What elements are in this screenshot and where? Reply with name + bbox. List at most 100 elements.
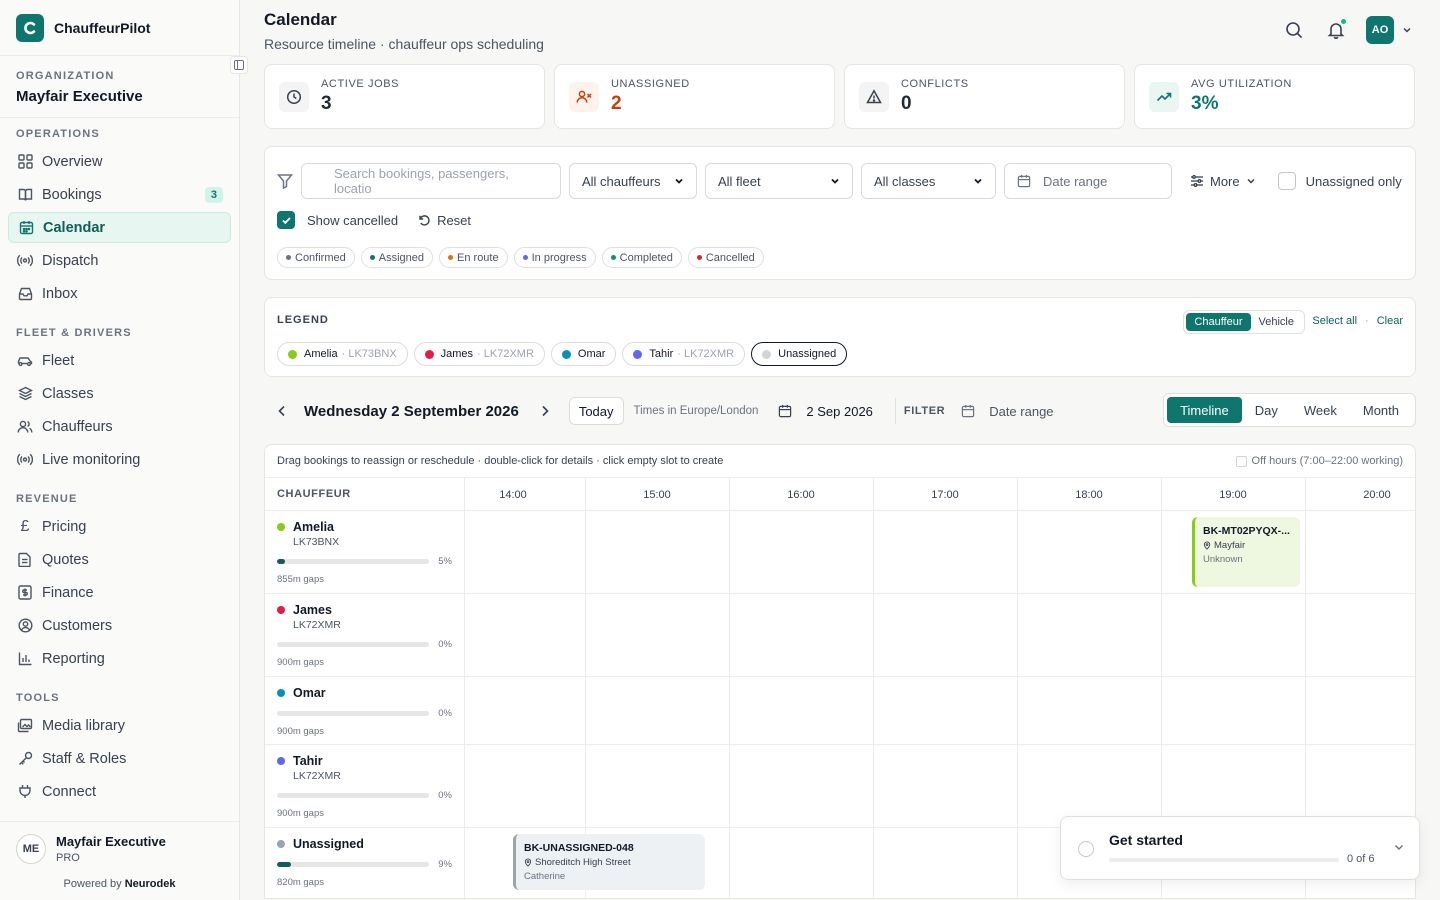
sidebar-item-customers[interactable]: Customers (8, 610, 231, 641)
legend-item-james[interactable]: James · LK72XMR (413, 342, 545, 366)
sliders-icon (1190, 174, 1204, 188)
legend-item-tahir[interactable]: Tahir · LK72XMR (622, 342, 746, 366)
sidebar-item-overview[interactable]: Overview (8, 146, 231, 177)
booking-card[interactable]: BK-UNASSIGNED-048 Shoreditch High Street… (513, 834, 705, 890)
view-timeline[interactable]: Timeline (1167, 397, 1242, 423)
sidebar-item-classes[interactable]: Classes (8, 378, 231, 409)
reset-icon (418, 214, 431, 227)
sidebar-item-dispatch[interactable]: Dispatch (8, 245, 231, 276)
chauffeur-name[interactable]: Omar (293, 686, 326, 700)
account-switcher[interactable]: ME Mayfair Executive PRO (16, 834, 223, 864)
select-all-link[interactable]: Select all (1312, 315, 1357, 327)
utilization-percent: 0% (438, 708, 452, 719)
legend-item-omar[interactable]: Omar (550, 342, 617, 366)
date-picker[interactable]: 2 Sep 2026 (778, 404, 873, 419)
booking-passenger: Unknown (1203, 554, 1243, 565)
show-cancelled-checkbox[interactable] (277, 211, 295, 229)
status-chip-in-progress[interactable]: In progress (513, 247, 596, 268)
unassigned-only-toggle[interactable]: Unassigned only (1277, 172, 1402, 190)
sidebar-item-fleet[interactable]: Fleet (8, 345, 231, 376)
date-range-input[interactable]: Date range (1004, 163, 1172, 199)
sidebar-item-finance[interactable]: Finance (8, 577, 231, 608)
status-chip-completed[interactable]: Completed (601, 247, 682, 268)
reset-button[interactable]: Reset (418, 213, 471, 228)
chauffeur-name[interactable]: Tahir (293, 754, 323, 768)
sidebar-item-calendar[interactable]: Calendar (8, 212, 231, 243)
clear-link[interactable]: Clear (1377, 315, 1403, 327)
map-pin-icon (1203, 541, 1211, 550)
today-button[interactable]: Today (568, 397, 624, 425)
status-dot (448, 255, 454, 260)
class-select[interactable]: All classes (861, 163, 996, 199)
toolbar-date-range[interactable]: Date range (961, 403, 1054, 419)
stat-label: ACTIVE JOBS (321, 78, 400, 90)
search-input[interactable]: Search bookings, passengers, locatio (301, 163, 561, 199)
timeline-row-omar[interactable]: Omar 0% 900m gaps (265, 677, 1415, 745)
chauffeur-name[interactable]: James (293, 603, 332, 617)
car-icon (16, 352, 34, 370)
timeline-hint-text: Drag bookings to reassign or reschedule … (277, 455, 724, 467)
show-cancelled-toggle[interactable]: Show cancelled (277, 211, 398, 229)
chauffeur-name[interactable]: Amelia (293, 520, 334, 534)
legend-links: Select all · Clear (1312, 315, 1403, 327)
chauffeur-select[interactable]: All chauffeurs (569, 163, 697, 199)
timeline-hint: Drag bookings to reassign or reschedule … (265, 445, 1415, 478)
filter-row-secondary: Show cancelled Reset (277, 211, 471, 229)
organization-switcher[interactable]: ORGANIZATION Mayfair Executive (0, 56, 239, 118)
status-chip-assigned[interactable]: Assigned (360, 247, 434, 268)
sidebar-item-bookings[interactable]: Bookings 3 (8, 179, 231, 210)
user-menu[interactable]: AO (1366, 16, 1412, 44)
sidebar-item-reporting[interactable]: Reporting (8, 643, 231, 674)
view-month[interactable]: Month (1350, 397, 1412, 423)
sidebar-item-inbox[interactable]: Inbox (8, 278, 231, 309)
sidebar-item-staff-roles[interactable]: Staff & Roles (8, 743, 231, 774)
status-chips: Confirmed Assigned En route In progress … (277, 247, 764, 268)
off-hours-checkbox[interactable] (1235, 455, 1247, 467)
status-chip-cancelled[interactable]: Cancelled (687, 247, 764, 268)
status-chip-label: Confirmed (295, 251, 346, 264)
chevron-down-icon[interactable] (1393, 841, 1405, 853)
row-label: Amelia LK73BNX 5% 855m gaps (265, 511, 465, 593)
timeline-row-james[interactable]: James LK72XMR 0% 900m gaps (265, 594, 1415, 677)
more-filters-button[interactable]: More (1190, 174, 1256, 189)
reset-label: Reset (437, 212, 472, 228)
booking-card[interactable]: BK-MT02PYQX-... Mayfair Unknown (1192, 517, 1300, 587)
legend-item-amelia[interactable]: Amelia · LK73BNX (277, 342, 408, 366)
next-day-button[interactable] (533, 399, 557, 423)
hour-label: 20:00 (1363, 488, 1391, 501)
status-chip-en-route[interactable]: En route (439, 247, 508, 268)
date-range-placeholder: Date range (989, 403, 1054, 419)
sidebar-item-chauffeurs[interactable]: Chauffeurs (8, 411, 231, 442)
off-hours-toggle[interactable]: Off hours (7:00–22:00 working) (1235, 455, 1403, 467)
previous-day-button[interactable] (270, 399, 294, 423)
sidebar-item-live-monitoring[interactable]: Live monitoring (8, 444, 231, 475)
unassigned-only-checkbox[interactable] (1277, 172, 1296, 190)
powered-by-brand[interactable]: Neurodek (125, 878, 176, 890)
legend-mode-chauffeur[interactable]: Chauffeur (1186, 313, 1251, 331)
get-started-widget[interactable]: Get started 0 of 6 (1060, 816, 1420, 880)
sidebar-item-connect[interactable]: Connect (8, 776, 231, 807)
stat-active-jobs: ACTIVE JOBS 3 (264, 64, 545, 129)
legend-mode-vehicle[interactable]: Vehicle (1251, 313, 1302, 331)
chauffeur-name[interactable]: Unassigned (293, 837, 364, 851)
gaps-label: 900m gaps (277, 657, 325, 668)
filters-panel: Search bookings, passengers, locatio All… (264, 146, 1416, 280)
utilization-fill (277, 559, 285, 564)
sidebar-item-media-library[interactable]: Media library (8, 710, 231, 741)
sidebar-item-label: Connect (42, 783, 97, 800)
sidebar-item-quotes[interactable]: Quotes (8, 544, 231, 575)
legend-item-unassigned[interactable]: Unassigned (751, 342, 848, 366)
status-chip-label: In progress (531, 251, 587, 264)
view-day[interactable]: Day (1242, 397, 1291, 423)
bell-icon[interactable] (1324, 18, 1348, 42)
search-icon[interactable] (1282, 18, 1306, 42)
avatar: ME (16, 834, 46, 864)
status-chip-confirmed[interactable]: Confirmed (277, 247, 355, 268)
plug-icon (16, 783, 34, 801)
fleet-select[interactable]: All fleet (705, 163, 853, 199)
view-week[interactable]: Week (1291, 397, 1350, 423)
vehicle-plate: LK73BNX (293, 536, 340, 548)
sidebar-item-label: Quotes (42, 551, 89, 568)
brand[interactable]: ChauffeurPilot (0, 0, 239, 56)
sidebar-item-pricing[interactable]: £ Pricing (8, 511, 231, 542)
